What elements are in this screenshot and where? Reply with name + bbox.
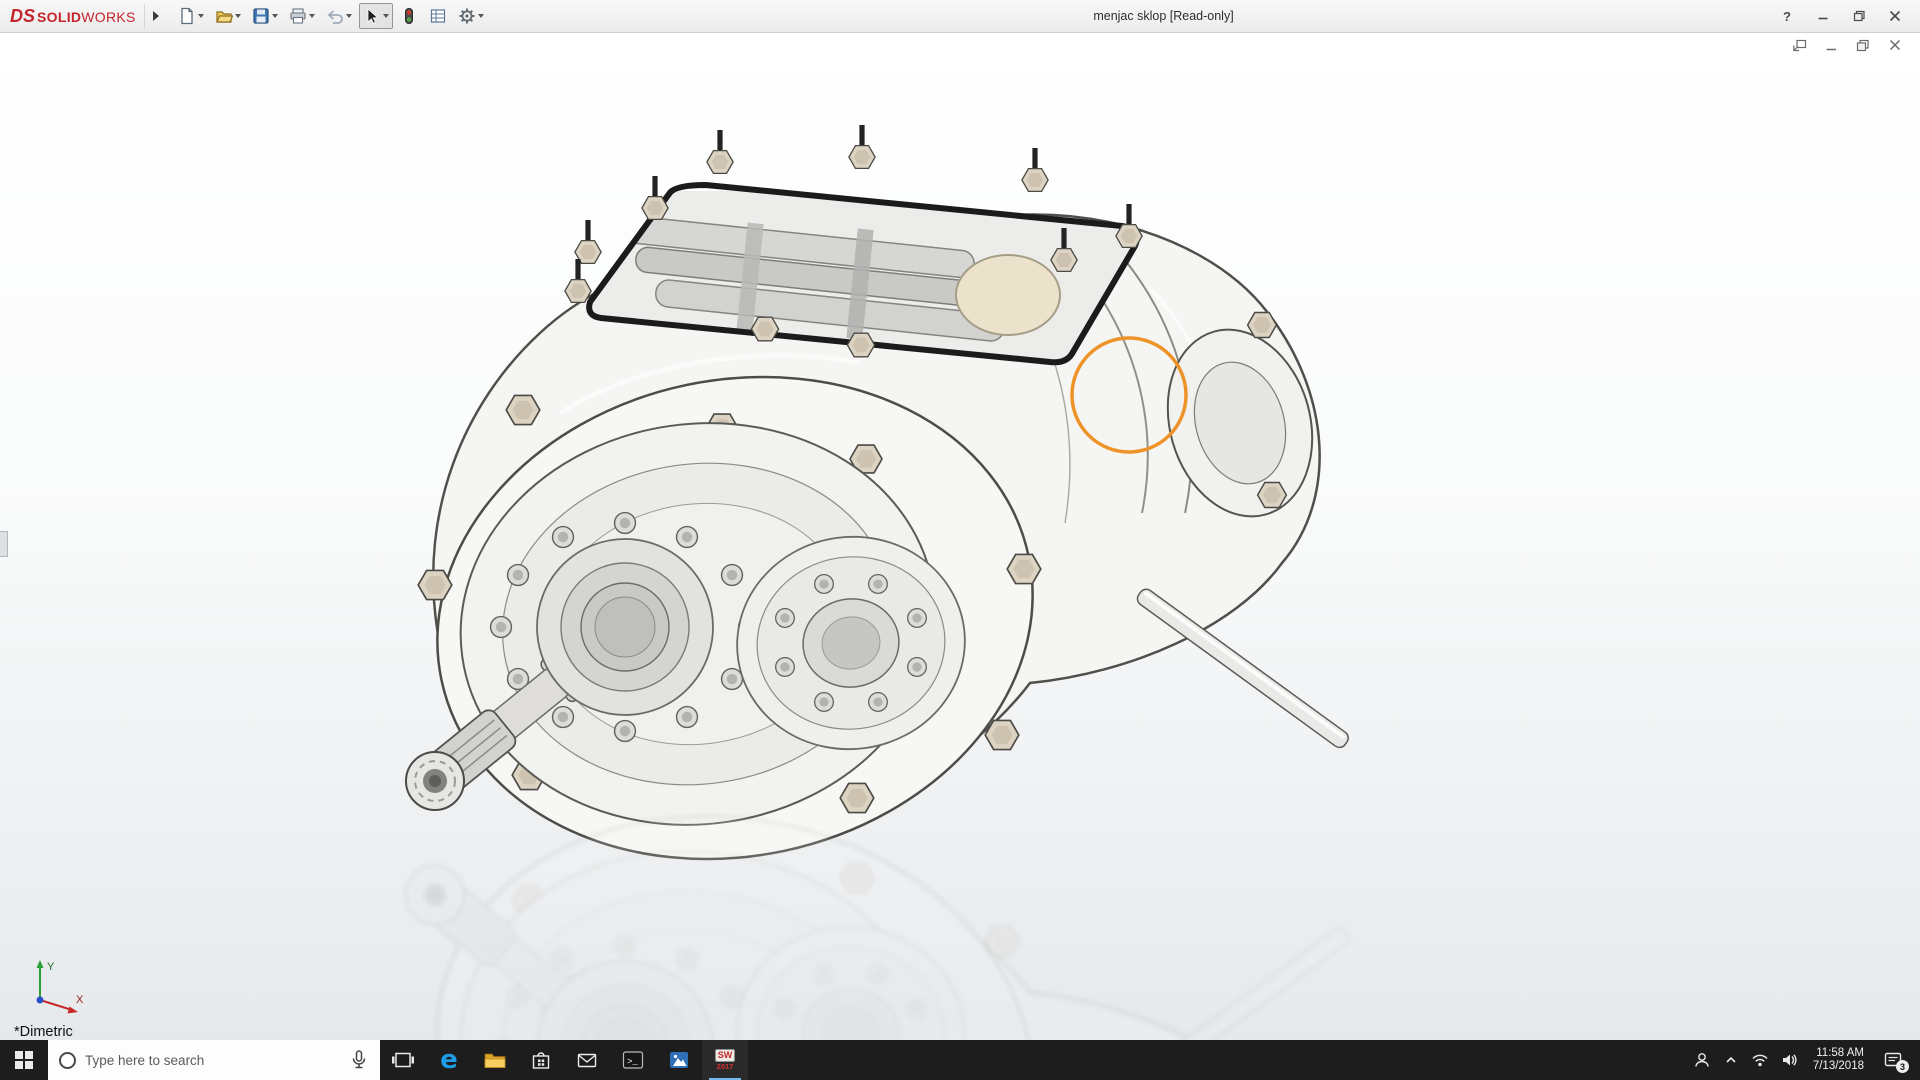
network-button[interactable] [1746, 1040, 1775, 1080]
solidworks-icon: SW [714, 1049, 736, 1062]
view-orientation-label: *Dimetric [14, 1024, 73, 1040]
file-explorer-button[interactable] [472, 1040, 518, 1080]
volume-button[interactable] [1775, 1040, 1804, 1080]
dropdown-caret [308, 14, 315, 18]
display-pane-button[interactable] [425, 3, 451, 29]
dropdown-caret [197, 14, 204, 18]
select-button[interactable] [358, 3, 393, 29]
solidworks-version-badge: 2017 [716, 1062, 734, 1071]
photos-icon [670, 1052, 688, 1068]
feature-tree-splitter-handle[interactable] [0, 531, 8, 557]
mail-app-button[interactable] [564, 1040, 610, 1080]
print-button[interactable] [285, 3, 319, 29]
solidworks-app-button[interactable]: SW 2017 [702, 1040, 748, 1080]
taskbar-clock[interactable]: 11:58 AM 7/13/2018 [1804, 1047, 1873, 1073]
display-pane-icon [430, 9, 445, 23]
people-button[interactable] [1688, 1040, 1717, 1080]
triad-x-label: X [76, 994, 84, 1006]
gearbox-3d-model[interactable] [0, 33, 1920, 1040]
graphics-viewport[interactable]: Y X *Dimetric [0, 33, 1920, 1040]
options-button[interactable] [454, 3, 488, 29]
doc-restore-button[interactable] [1854, 37, 1872, 53]
cmd-glyph: >_ [627, 1057, 638, 1067]
windows-logo-icon [15, 1051, 33, 1069]
speaker-icon [1783, 1054, 1797, 1066]
clock-date: 7/13/2018 [1812, 1060, 1864, 1072]
store-app-button[interactable] [518, 1040, 564, 1080]
restore-button[interactable] [1844, 4, 1874, 28]
file-explorer-icon [484, 1053, 506, 1068]
rebuild-traffic-light-icon [404, 8, 413, 24]
solidworks-logo: DS SOLID WORKS [10, 6, 136, 27]
open-icon [215, 11, 233, 23]
brand-name-light: WORKS [81, 8, 136, 25]
system-tray: 11:58 AM 7/13/2018 3 [1688, 1040, 1920, 1080]
titlebar: DS SOLID WORKS menjac sklop [Read-only] … [0, 0, 1920, 33]
rebuild-button[interactable] [396, 3, 422, 29]
window-controls: ? [1772, 4, 1914, 28]
window-title: menjac sklop [Read-only] [1093, 9, 1234, 23]
orientation-triad: Y X [36, 960, 84, 1014]
taskbar-search[interactable] [48, 1040, 380, 1080]
start-button[interactable] [0, 1040, 48, 1080]
clock-time: 11:58 AM [1816, 1047, 1864, 1059]
command-prompt-button[interactable]: >_ [610, 1040, 656, 1080]
mail-icon [577, 1053, 597, 1068]
save-icon [253, 8, 269, 24]
menu-flyout-button[interactable] [143, 4, 160, 28]
triad-y-label: Y [47, 961, 55, 973]
edge-icon: e [440, 1045, 458, 1075]
doc-close-button[interactable] [1886, 37, 1904, 53]
wifi-icon [1752, 1054, 1768, 1067]
gearbox-geometry [405, 125, 1349, 861]
action-center-button[interactable]: 3 [1873, 1040, 1913, 1080]
dropdown-caret [382, 14, 389, 18]
command-prompt-icon: >_ [622, 1051, 644, 1069]
notification-count-badge: 3 [1896, 1060, 1909, 1073]
task-view-icon [392, 1052, 414, 1068]
undo-button[interactable] [322, 3, 356, 29]
dropdown-caret [234, 14, 241, 18]
open-button[interactable] [211, 3, 245, 29]
close-button[interactable] [1880, 4, 1910, 28]
select-arrow-icon [367, 8, 379, 24]
cortana-icon [59, 1051, 76, 1069]
dropdown-caret [477, 14, 484, 18]
document-window-controls [1790, 37, 1904, 53]
brand-name-bold: SOLID [37, 8, 82, 25]
task-view-button[interactable] [380, 1040, 426, 1080]
photos-app-button[interactable] [656, 1040, 702, 1080]
doc-minimize-button[interactable] [1822, 37, 1840, 53]
people-icon [1695, 1053, 1710, 1067]
search-input[interactable] [85, 1052, 340, 1068]
microphone-icon[interactable] [349, 1049, 369, 1071]
help-button[interactable]: ? [1772, 4, 1802, 28]
doc-dock-button[interactable] [1790, 37, 1808, 53]
flyout-arrow-icon [153, 11, 160, 21]
dropdown-caret [271, 14, 278, 18]
gear-icon [459, 8, 475, 24]
hidden-icons-button[interactable] [1717, 1040, 1746, 1080]
new-document-icon [181, 7, 193, 25]
store-icon [532, 1052, 550, 1069]
print-icon [290, 8, 306, 24]
save-button[interactable] [248, 3, 282, 29]
windows-taskbar: e >_ SW 2017 11:58 AM 7/13/2018 [0, 1040, 1920, 1080]
minimize-button[interactable] [1808, 4, 1838, 28]
dropdown-caret [345, 14, 352, 18]
brand-mark: DS [10, 5, 36, 26]
new-document-button[interactable] [174, 3, 208, 29]
edge-app-button[interactable]: e [426, 1040, 472, 1080]
quick-access-toolbar [174, 3, 488, 29]
chevron-up-icon [1726, 1056, 1736, 1063]
undo-icon [327, 10, 343, 24]
